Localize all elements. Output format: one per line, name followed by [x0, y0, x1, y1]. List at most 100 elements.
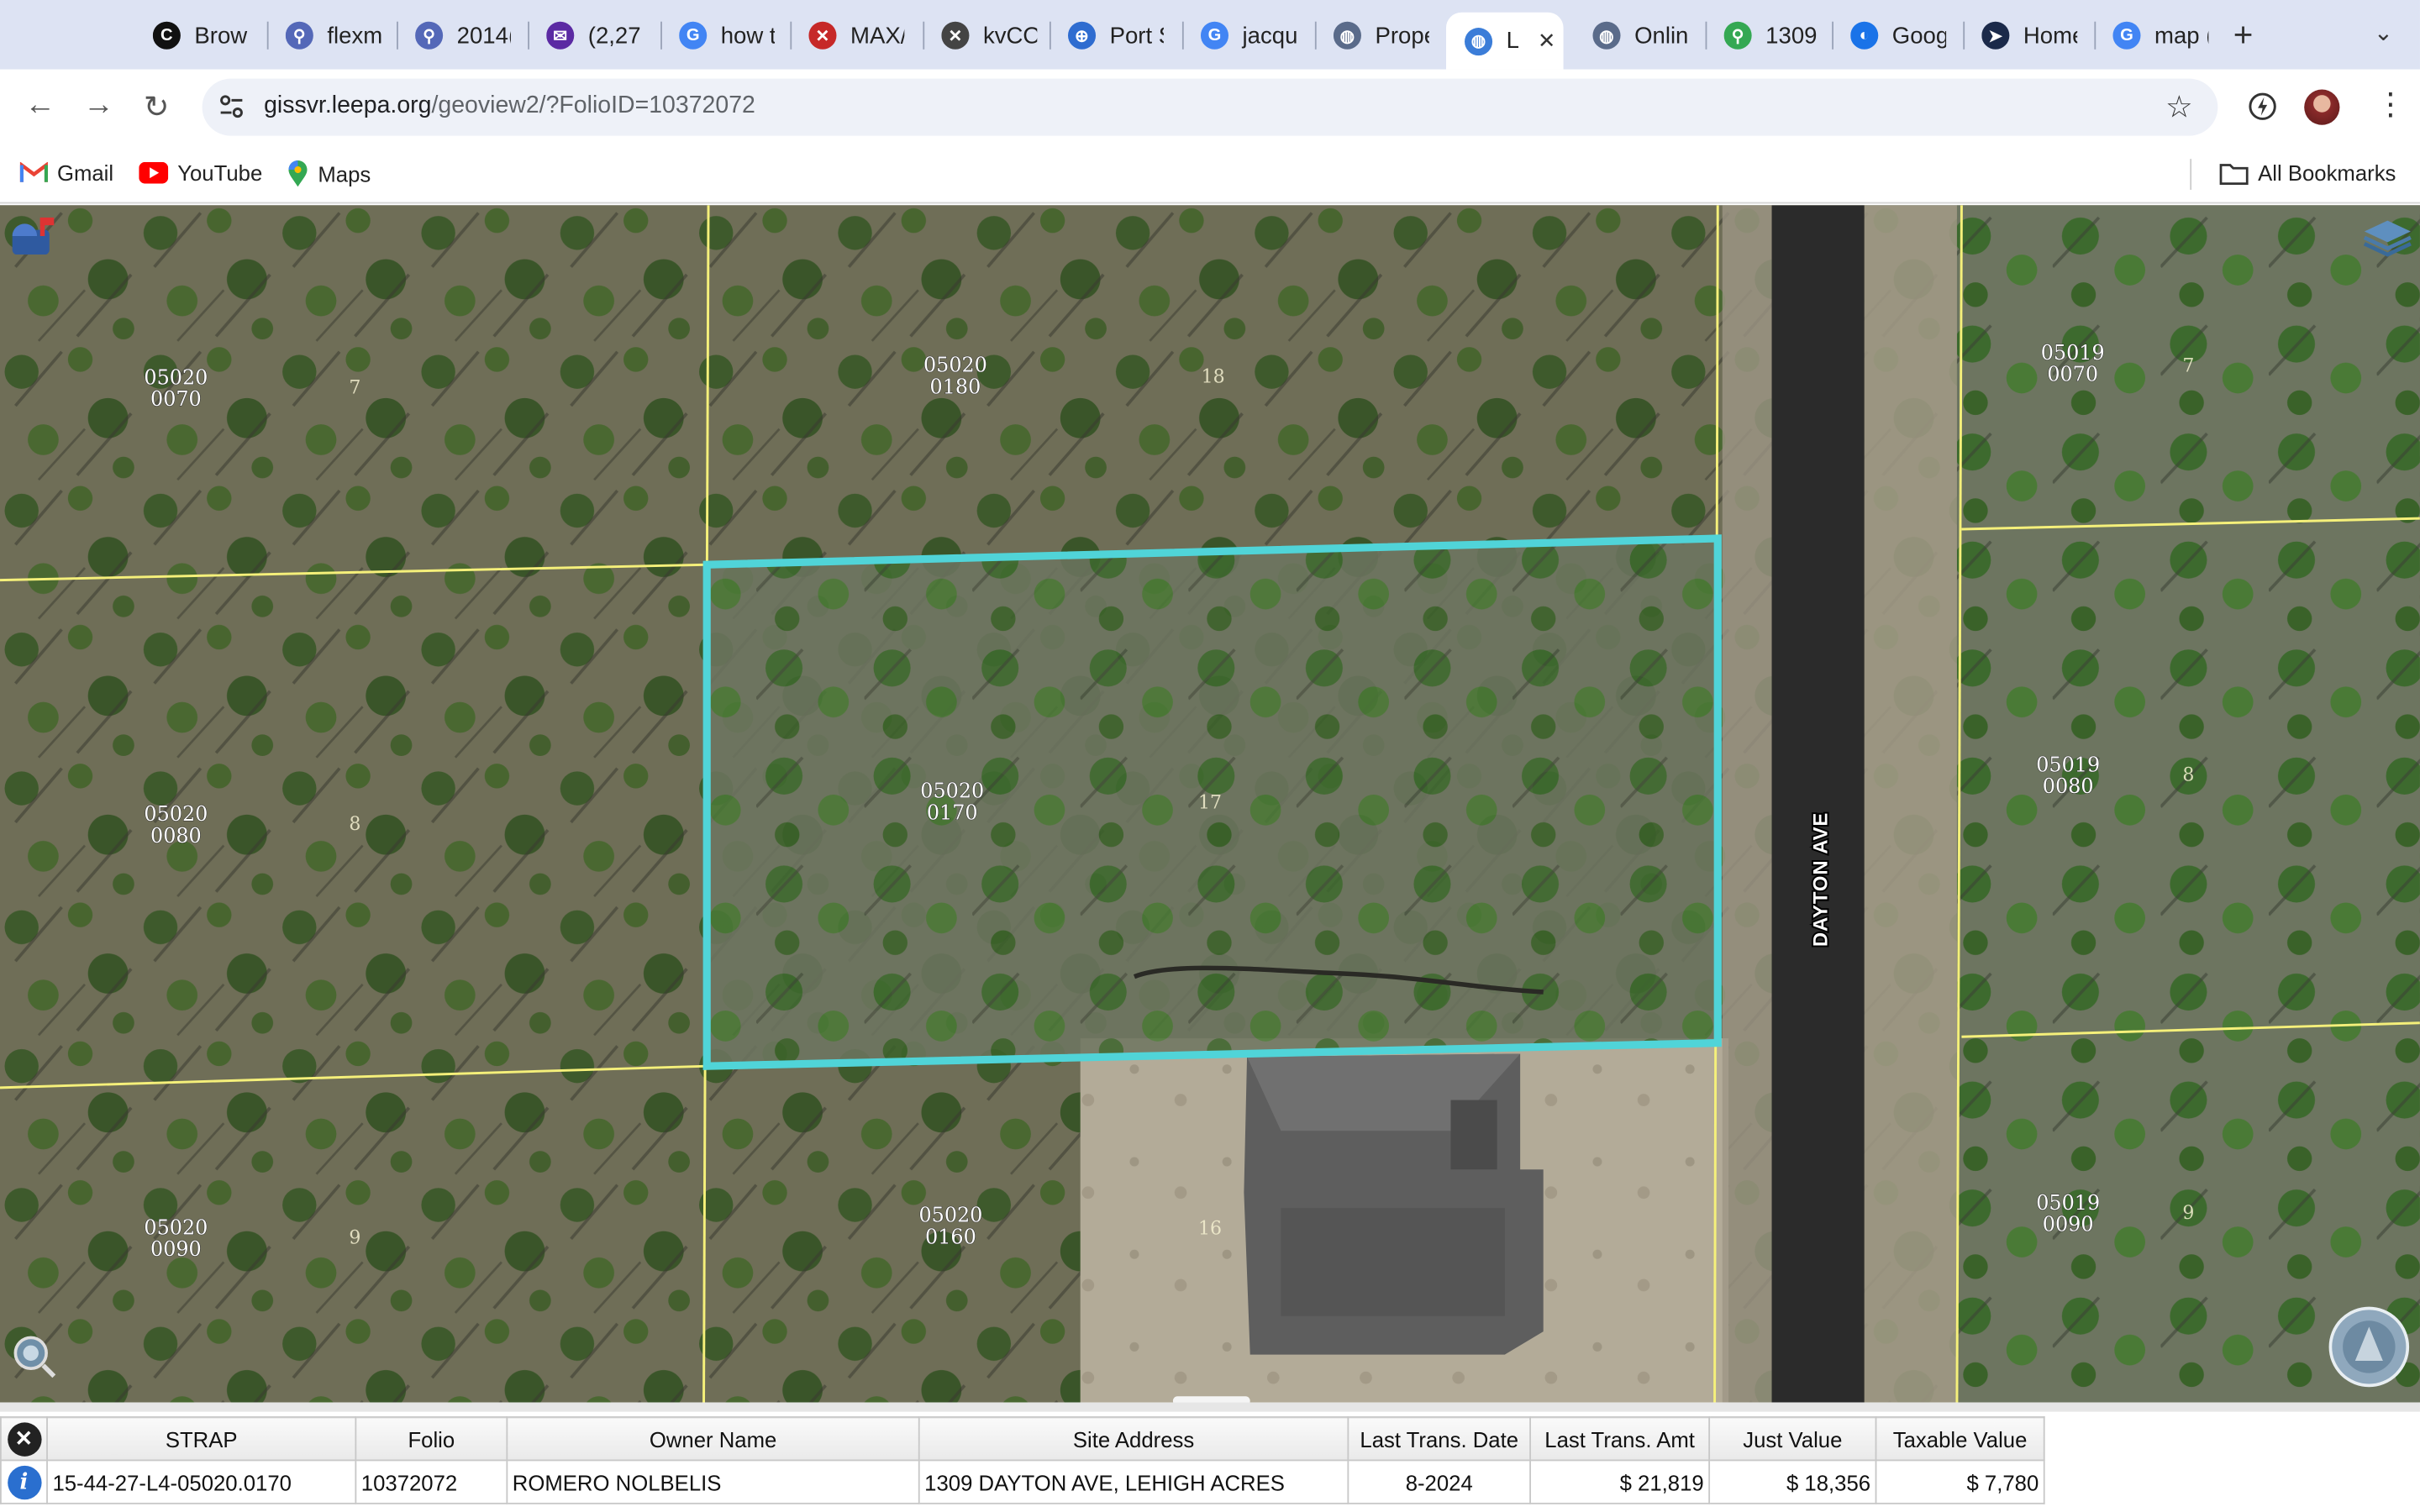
parcel-map[interactable]: 05020 0070 05020 0180 05019 0070 05020 0080 0502…	[0, 205, 2420, 1403]
close-tab-icon[interactable]: ✕	[1538, 28, 1556, 54]
bookmark-star-icon[interactable]: ☆	[2165, 88, 2193, 127]
tab-label: L	[1506, 28, 1519, 55]
maps-icon	[288, 160, 308, 187]
earth-icon: ◐	[1850, 21, 1879, 50]
site-info-icon[interactable]	[218, 92, 245, 120]
tab-9[interactable]: ◍ Prope	[1333, 13, 1429, 59]
tab-1[interactable]: ⚲ flexm	[285, 13, 381, 59]
bookmark-gmail[interactable]: Gmail	[19, 160, 114, 186]
tab-label: (2,27	[587, 22, 641, 49]
cell-just-value: $ 18,356	[1708, 1459, 1877, 1504]
google-icon: G	[2112, 21, 2141, 50]
cell-strap: 15-44-27-L4-05020.0170	[46, 1459, 357, 1504]
parcel-id-label: 05019	[2041, 341, 2105, 365]
parcel-id-label: 0090	[150, 1237, 202, 1261]
menu-kebab-icon[interactable]: ⋮	[2375, 85, 2407, 123]
col-last-trans-amt[interactable]: Last Trans. Amt	[1529, 1416, 1711, 1462]
col-folio[interactable]: Folio	[355, 1416, 508, 1462]
bookmark-label: Gmail	[56, 160, 114, 186]
close-icon[interactable]: ✕	[7, 1421, 41, 1456]
col-just-value[interactable]: Just Value	[1708, 1416, 1877, 1462]
grid-header-row: ✕ STRAP Folio Owner Name Site Address La…	[0, 1416, 2045, 1462]
lot-number-label: 18	[1202, 367, 1225, 388]
bookmark-label: Maps	[318, 161, 371, 187]
aerial-map-canvas[interactable]: 0502000700502001800501900700502000800502…	[0, 205, 2420, 1403]
col-strap[interactable]: STRAP	[46, 1416, 357, 1462]
tab-0[interactable]: C Brow	[152, 13, 249, 59]
all-bookmarks-label: All Bookmarks	[2258, 160, 2396, 186]
cell-owner: ROMERO NOLBELIS	[506, 1459, 920, 1504]
tab-separator	[923, 21, 925, 50]
tab-2[interactable]: ⚲ 2014(	[415, 13, 511, 59]
parcel-id-label: 0070	[150, 387, 202, 411]
tab-11[interactable]: ◍ Onlin	[1592, 13, 1688, 59]
bookmarks-divider	[2190, 159, 2192, 190]
browser-window: + ⌄ C Brow ⚲ flexm ⚲ 2014( ✉ (2,27 Ghow t ✕ MAX/ ✕ k…	[0, 0, 2420, 1512]
info-icon[interactable]: i	[7, 1464, 41, 1499]
folder-icon	[2219, 163, 2249, 185]
bookmark-label: YouTube	[177, 160, 263, 186]
tab-separator	[2094, 21, 2096, 50]
tab-15[interactable]: Gmap (	[2112, 13, 2208, 59]
cell-address: 1309 DAYTON AVE, LEHIGH ACRES	[918, 1459, 1349, 1504]
tab-search-icon[interactable]: ⌄	[2374, 18, 2393, 46]
tab-separator	[266, 21, 269, 50]
table-row[interactable]: i 15-44-27-L4-05020.0170 10372072 ROMERO…	[0, 1459, 2045, 1504]
lot-number-label: 8	[349, 814, 360, 835]
tab-label: Prope	[1375, 22, 1428, 49]
parcel-id-label: 0090	[2043, 1213, 2094, 1236]
parcel-id-label: 05020	[144, 365, 208, 389]
x-red-icon: ✕	[808, 21, 837, 50]
lot-number-label: 17	[1198, 792, 1222, 813]
tab-10[interactable]: ◍ L ✕	[1445, 12, 1564, 70]
browser-toolbar: ← → ↻ gissvr.leepa.org/geoview2/?FolioID…	[0, 69, 2420, 147]
tab-label: Port S	[1109, 22, 1164, 49]
col-last-trans-date[interactable]: Last Trans. Date	[1347, 1416, 1532, 1462]
cell-taxable-value: $ 7,780	[1875, 1459, 2045, 1504]
tab-4[interactable]: Ghow t	[679, 13, 775, 59]
col-owner-name[interactable]: Owner Name	[506, 1416, 920, 1462]
port-icon: ⊕	[1067, 21, 1097, 50]
tab-label: map (	[2154, 22, 2209, 49]
tab-13[interactable]: ◐ Goog	[1850, 13, 1946, 59]
col-site-address[interactable]: Site Address	[918, 1416, 1349, 1462]
tab-14[interactable]: ➤ Home	[1981, 13, 2077, 59]
tab-separator	[1832, 21, 1833, 50]
performance-icon[interactable]	[2247, 91, 2278, 122]
forward-icon[interactable]: →	[83, 88, 114, 123]
house-roof	[1244, 1053, 1544, 1355]
parcel-id-label: 05020	[920, 780, 984, 803]
cell-folio: 10372072	[355, 1459, 508, 1504]
bookmark-maps[interactable]: Maps	[287, 160, 371, 188]
back-icon[interactable]: ←	[24, 88, 55, 123]
parcel-id-label: 05019	[2036, 753, 2100, 776]
cell-date: 8-2024	[1347, 1459, 1532, 1504]
close-grid-cell[interactable]: ✕	[0, 1416, 48, 1462]
tab-7[interactable]: ⊕ Port S	[1067, 13, 1164, 59]
tab-12[interactable]: ⚲ 1309	[1723, 13, 1820, 59]
globe-icon: ◍	[1465, 27, 1493, 55]
tab-8[interactable]: Gjacqu	[1200, 13, 1297, 59]
reload-icon[interactable]: ↻	[144, 88, 170, 127]
parcel-id-label: 05020	[144, 802, 208, 826]
location-icon: ⚲	[415, 21, 444, 50]
col-taxable-value[interactable]: Taxable Value	[1875, 1416, 2045, 1462]
tab-6[interactable]: ✕ kvCO	[941, 13, 1037, 59]
lot-number-label: 7	[2182, 356, 2194, 377]
bookmark-youtube[interactable]: YouTube	[139, 160, 262, 185]
tab-strip: + ⌄ C Brow ⚲ flexm ⚲ 2014( ✉ (2,27 Ghow t ✕ MAX/ ✕ k…	[0, 0, 2420, 70]
bookmarks-bar: Gmail YouTube Maps All Bookmarks	[0, 146, 2420, 204]
tab-3[interactable]: ✉ (2,27	[546, 13, 642, 59]
address-bar[interactable]: gissvr.leepa.org/geoview2/?FolioID=10372…	[202, 78, 2218, 136]
tab-5[interactable]: ✕ MAX/	[808, 13, 904, 59]
lot-number-label: 7	[349, 377, 360, 398]
new-tab-button[interactable]: +	[2233, 15, 2254, 55]
tab-label: jacqu	[1242, 22, 1297, 49]
tab-label: Onlin	[1634, 22, 1689, 49]
tab-label: 1309	[1765, 22, 1818, 49]
globe-icon: ◍	[1333, 21, 1361, 50]
profile-avatar[interactable]	[2304, 89, 2340, 125]
all-bookmarks-button[interactable]: All Bookmarks	[2219, 160, 2396, 185]
parcel-id-label: 0170	[927, 801, 978, 824]
info-cell[interactable]: i	[0, 1459, 48, 1504]
